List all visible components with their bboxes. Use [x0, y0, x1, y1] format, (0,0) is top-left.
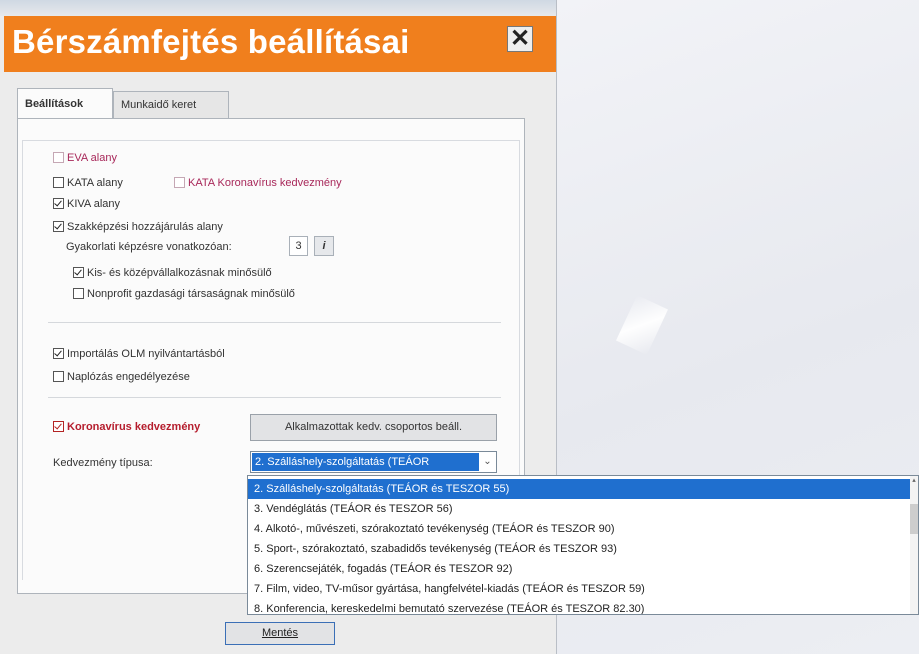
import-olm-checkbox[interactable]: Importálás OLM nyilvántartásból	[53, 347, 225, 361]
dropdown-option[interactable]: 2. Szálláshely-szolgáltatás (TEÁOR és TE…	[248, 479, 910, 499]
eva-label: EVA alany	[67, 152, 117, 164]
info-button[interactable]: i	[314, 236, 334, 256]
dropdown-option[interactable]: 4. Alkotó-, művészeti, szórakoztató tevé…	[248, 519, 910, 539]
dropdown-option[interactable]: 7. Film, video, TV-műsor gyártása, hangf…	[248, 579, 910, 599]
kata-checkbox-box[interactable]	[53, 177, 64, 188]
dropdown-scrollbar[interactable]: ▴	[910, 476, 918, 614]
group-discount-settings-button[interactable]: Alkalmazottak kedv. csoportos beáll.	[250, 414, 497, 441]
discount-type-select[interactable]: 2. Szálláshely-szolgáltatás (TEÁOR ⌄	[250, 451, 497, 473]
kata-corona-label: KATA Koronavírus kedvezmény	[188, 177, 342, 189]
tab-settings[interactable]: Beállítások	[17, 88, 113, 119]
szakkepzesi-label: Szakképzési hozzájárulás alany	[67, 221, 223, 233]
nonprofit-label: Nonprofit gazdasági társaságnak minősülő	[87, 288, 295, 300]
discount-type-label: Kedvezmény típusa:	[53, 457, 153, 469]
tab-work-time-frame[interactable]: Munkaidő keret	[113, 91, 229, 118]
nonprofit-checkbox[interactable]: Nonprofit gazdasági társaságnak minősülő	[73, 287, 295, 301]
title-bar: Bérszámfejtés beállításai ✕	[4, 16, 556, 72]
logging-checkbox-box[interactable]	[53, 371, 64, 382]
kkv-label: Kis- és középvállalkozásnak minősülő	[87, 267, 272, 279]
eva-checkbox-box[interactable]	[53, 152, 64, 163]
close-button[interactable]: ✕	[507, 26, 533, 52]
corona-checkbox[interactable]: Koronavírus kedvezmény	[53, 420, 200, 434]
kiva-checkbox[interactable]: KIVA alany	[53, 197, 120, 211]
dropdown-option[interactable]: 5. Sport-, szórakoztató, szabadidős tevé…	[248, 539, 910, 559]
window-title: Bérszámfejtés beállításai	[12, 23, 410, 60]
kata-checkbox[interactable]: KATA alany	[53, 176, 123, 190]
scroll-up-icon[interactable]: ▴	[910, 476, 918, 486]
practical-training-input[interactable]: 3	[289, 236, 308, 256]
nonprofit-checkbox-box[interactable]	[73, 288, 84, 299]
import-olm-label: Importálás OLM nyilvántartásból	[67, 348, 225, 360]
divider	[48, 322, 501, 323]
kiva-checkbox-box[interactable]	[53, 198, 64, 209]
eva-checkbox[interactable]: EVA alany	[53, 151, 117, 165]
kata-label: KATA alany	[67, 177, 123, 189]
window-top-edge	[0, 0, 556, 16]
practical-training-label: Gyakorlati képzésre vonatkozóan:	[66, 241, 232, 253]
import-olm-checkbox-box[interactable]	[53, 348, 64, 359]
dropdown-option[interactable]: 6. Szerencsejáték, fogadás (TEÁOR és TES…	[248, 559, 910, 579]
scrollbar-thumb[interactable]	[910, 504, 918, 534]
logging-checkbox[interactable]: Naplózás engedélyezése	[53, 370, 190, 384]
discount-type-value: 2. Szálláshely-szolgáltatás (TEÁOR	[252, 453, 479, 471]
kkv-checkbox-box[interactable]	[73, 267, 84, 278]
discount-type-dropdown-list[interactable]: 2. Szálláshely-szolgáltatás (TEÁOR és TE…	[247, 475, 919, 615]
save-button[interactable]: Mentés	[225, 622, 335, 645]
dropdown-option[interactable]: 3. Vendéglátás (TEÁOR és TESZOR 56)	[248, 499, 910, 519]
divider	[48, 397, 501, 398]
kiva-label: KIVA alany	[67, 198, 120, 210]
corona-label: Koronavírus kedvezmény	[67, 421, 201, 433]
kata-corona-checkbox-box[interactable]	[174, 177, 185, 188]
szakkepzesi-checkbox-box[interactable]	[53, 221, 64, 232]
kata-corona-checkbox[interactable]: KATA Koronavírus kedvezmény	[174, 176, 342, 190]
chevron-down-icon[interactable]: ⌄	[480, 453, 495, 471]
dropdown-option[interactable]: 8. Konferencia, kereskedelmi bemutató sz…	[248, 599, 910, 614]
corona-checkbox-box[interactable]	[53, 421, 64, 432]
info-icon: i	[322, 240, 326, 252]
logging-label: Naplózás engedélyezése	[67, 371, 190, 383]
close-icon: ✕	[509, 25, 531, 52]
szakkepzesi-checkbox[interactable]: Szakképzési hozzájárulás alany	[53, 220, 223, 234]
kkv-checkbox[interactable]: Kis- és középvállalkozásnak minősülő	[73, 266, 272, 280]
